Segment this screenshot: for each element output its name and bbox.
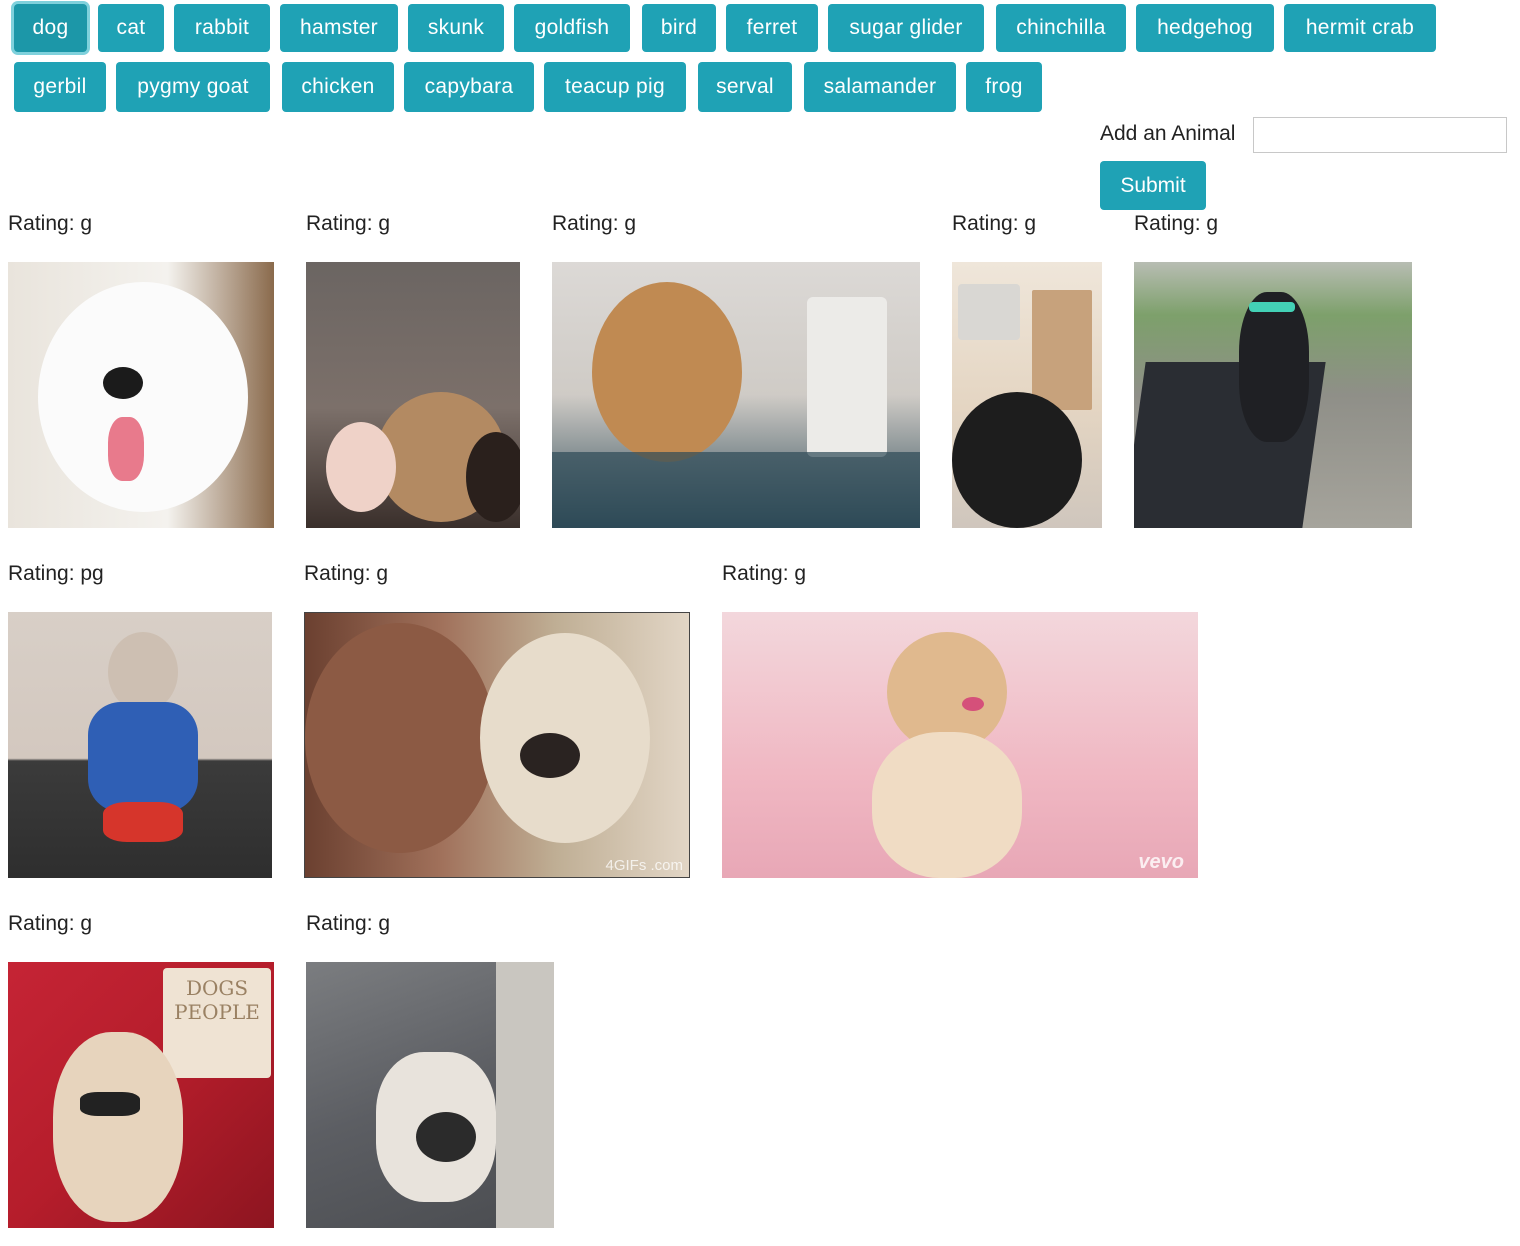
animal-button-salamander[interactable]: salamander [804, 62, 956, 112]
animal-button-skunk[interactable]: skunk [408, 4, 504, 52]
gif-rating: Rating: pg [8, 562, 104, 585]
gif-image[interactable] [306, 262, 520, 528]
add-animal-label: Add an Animal [1100, 122, 1236, 145]
animal-button-bird[interactable]: bird [642, 4, 716, 52]
animal-button-chinchilla[interactable]: chinchilla [996, 4, 1126, 52]
gif-rating: Rating: g [1134, 212, 1219, 235]
animal-button-sugar-glider[interactable]: sugar glider [828, 4, 984, 52]
gif-watermark: 4GIFs .com [605, 857, 683, 874]
add-animal-input[interactable] [1253, 117, 1507, 153]
gif-image[interactable]: DOGS PEOPLE [8, 962, 274, 1228]
animal-button-dog[interactable]: dog [14, 4, 87, 52]
gif-rating: Rating: g [306, 212, 391, 235]
gif-rating: Rating: g [306, 912, 391, 935]
animal-button-goldfish[interactable]: goldfish [514, 4, 630, 52]
gif-image[interactable]: vevo [722, 612, 1198, 878]
gif-rating: Rating: g [8, 212, 93, 235]
gif-rating: Rating: g [722, 562, 807, 585]
book-cover-text: DOGS PEOPLE [174, 976, 260, 1024]
submit-button[interactable]: Submit [1100, 161, 1206, 210]
animal-button-ferret[interactable]: ferret [726, 4, 818, 52]
animal-button-gerbil[interactable]: gerbil [14, 62, 106, 112]
gif-image[interactable]: 4GIFs .com [304, 612, 690, 878]
gif-image[interactable] [1134, 262, 1412, 528]
animal-button-hermit-crab[interactable]: hermit crab [1284, 4, 1436, 52]
animal-button-cat[interactable]: cat [98, 4, 164, 52]
animal-button-capybara[interactable]: capybara [404, 62, 534, 112]
gif-rating: Rating: g [952, 212, 1037, 235]
gif-watermark: vevo [1138, 851, 1184, 873]
gif-rating: Rating: g [304, 562, 389, 585]
animal-button-hamster[interactable]: hamster [280, 4, 398, 52]
animal-button-chicken[interactable]: chicken [282, 62, 394, 112]
gif-image[interactable] [306, 962, 554, 1228]
animal-button-rabbit[interactable]: rabbit [174, 4, 270, 52]
gif-rating: Rating: g [552, 212, 637, 235]
animal-button-teacup-pig[interactable]: teacup pig [544, 62, 686, 112]
animal-button-frog[interactable]: frog [966, 62, 1042, 112]
gif-rating: Rating: g [8, 912, 93, 935]
gif-image[interactable] [952, 262, 1102, 528]
gif-image[interactable] [8, 612, 272, 878]
animal-button-pygmy-goat[interactable]: pygmy goat [116, 62, 270, 112]
animal-button-serval[interactable]: serval [698, 62, 792, 112]
gif-image[interactable] [8, 262, 274, 528]
animal-button-hedgehog[interactable]: hedgehog [1136, 4, 1274, 52]
gif-image[interactable] [552, 262, 920, 528]
